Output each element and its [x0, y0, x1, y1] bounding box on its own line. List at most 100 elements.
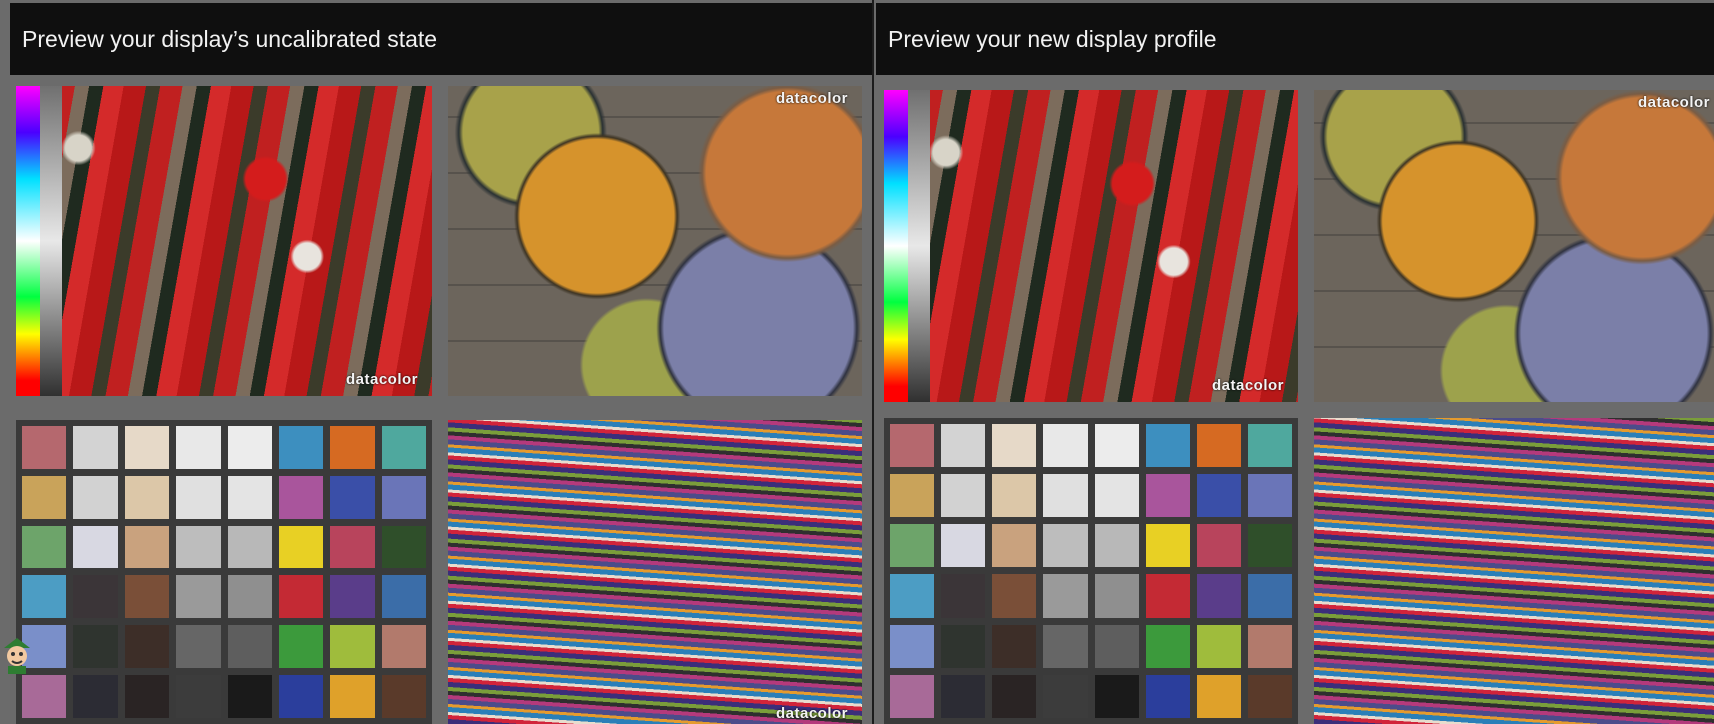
- datacolor-watermark: datacolor: [1637, 94, 1710, 111]
- color-patch: [330, 625, 375, 669]
- color-patch: [941, 424, 986, 468]
- color-patch: [176, 475, 221, 519]
- color-patch: [1043, 424, 1088, 468]
- peppers-image: datacolor: [884, 90, 1298, 402]
- color-patch: [1145, 474, 1190, 518]
- color-patch: [227, 625, 272, 669]
- color-patch: [1247, 574, 1292, 618]
- woven-fabric-image: [1314, 418, 1714, 724]
- color-patch: [330, 475, 375, 519]
- color-patch: [941, 574, 986, 618]
- color-patch: [1043, 524, 1088, 568]
- color-patch: [73, 675, 118, 718]
- color-patch: [124, 525, 170, 569]
- color-patch: [1247, 674, 1292, 718]
- color-patch: [1043, 624, 1088, 668]
- color-patch: [176, 525, 221, 569]
- color-patch: [992, 574, 1037, 618]
- new-profile-preview-title: Preview your new display profile: [876, 3, 1714, 75]
- color-patch: [227, 675, 272, 718]
- color-patch: [278, 525, 324, 569]
- color-patch: [1196, 524, 1241, 568]
- color-patch: [1196, 674, 1241, 718]
- color-patch: [381, 625, 426, 669]
- datacolor-watermark: datacolor: [775, 705, 848, 722]
- color-patch: [227, 575, 272, 619]
- color-patch: [176, 675, 221, 718]
- color-patch: [941, 674, 986, 718]
- color-checker-chart: [884, 418, 1298, 724]
- color-patch: [73, 625, 118, 669]
- color-patch: [1247, 424, 1292, 468]
- color-patch: [1145, 674, 1190, 718]
- color-patch: [227, 525, 272, 569]
- color-patch: [890, 574, 935, 618]
- color-patch: [941, 474, 986, 518]
- color-patch: [890, 424, 935, 468]
- app-logo-icon: [4, 638, 30, 674]
- ceramic-bowls-image: datacolor: [448, 86, 862, 396]
- ceramic-bowls-image: datacolor: [1314, 90, 1714, 402]
- color-patch: [278, 475, 324, 519]
- color-patch: [1043, 474, 1088, 518]
- color-patch: [1094, 524, 1139, 568]
- woven-fabric-image: datacolor: [448, 420, 862, 724]
- datacolor-watermark: datacolor: [345, 371, 418, 388]
- color-patch: [22, 675, 67, 718]
- color-patch: [381, 525, 426, 569]
- color-patch: [22, 575, 67, 619]
- color-patch: [1196, 624, 1241, 668]
- color-patch: [381, 426, 426, 469]
- color-patch: [73, 575, 118, 619]
- color-patch: [278, 675, 324, 718]
- color-patch: [124, 625, 170, 669]
- color-patch: [1145, 424, 1190, 468]
- color-patch: [1145, 524, 1190, 568]
- color-patch: [1145, 624, 1190, 668]
- color-patch: [124, 575, 170, 619]
- color-patch: [227, 475, 272, 519]
- color-patch: [381, 475, 426, 519]
- color-patch: [1145, 574, 1190, 618]
- color-patch: [227, 426, 272, 469]
- color-patch: [992, 674, 1037, 718]
- color-patch: [890, 674, 935, 718]
- color-patch: [278, 625, 324, 669]
- color-patch: [1043, 674, 1088, 718]
- color-patch: [941, 624, 986, 668]
- peppers-image: datacolor: [16, 86, 432, 396]
- color-patch: [73, 525, 118, 569]
- color-patch: [1247, 524, 1292, 568]
- color-patch: [992, 474, 1037, 518]
- color-patch: [1196, 474, 1241, 518]
- spectrum-strip: [884, 90, 908, 402]
- color-patch: [1196, 424, 1241, 468]
- datacolor-watermark: datacolor: [1211, 377, 1284, 394]
- color-patch: [176, 625, 221, 669]
- color-patch: [890, 474, 935, 518]
- color-patch: [330, 525, 375, 569]
- color-patch: [73, 475, 118, 519]
- new-profile-preview-panel: Preview your new display profile datacol…: [874, 0, 1714, 724]
- color-patch: [381, 675, 426, 718]
- color-patch: [890, 624, 935, 668]
- color-patch: [381, 575, 426, 619]
- color-patch: [1094, 424, 1139, 468]
- color-patch: [890, 524, 935, 568]
- color-patch: [176, 575, 221, 619]
- color-patch: [22, 525, 67, 569]
- color-patch: [1043, 574, 1088, 618]
- color-patch: [22, 475, 67, 519]
- color-patch: [176, 426, 221, 469]
- color-checker-chart: [16, 420, 432, 724]
- color-patch: [1094, 624, 1139, 668]
- color-patch: [992, 524, 1037, 568]
- color-patch: [941, 524, 986, 568]
- color-patch: [1247, 624, 1292, 668]
- color-patch: [992, 624, 1037, 668]
- color-patch: [992, 424, 1037, 468]
- uncalibrated-preview-title: Preview your display’s uncalibrated stat…: [10, 3, 872, 75]
- color-patch: [330, 575, 375, 619]
- color-patch: [1094, 474, 1139, 518]
- color-patch: [124, 475, 170, 519]
